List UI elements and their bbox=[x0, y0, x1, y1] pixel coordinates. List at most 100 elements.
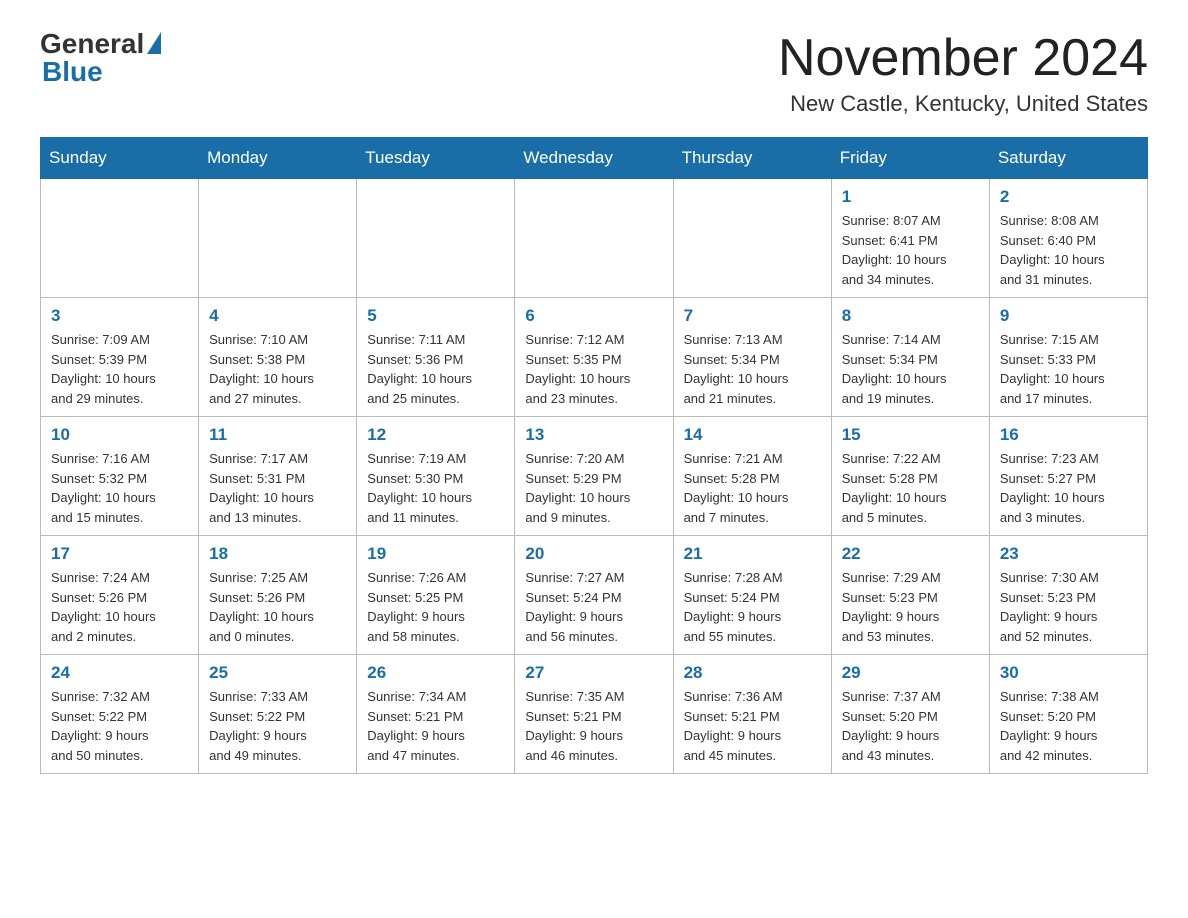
day-info: Sunrise: 8:07 AMSunset: 6:41 PMDaylight:… bbox=[842, 211, 979, 289]
day-number: 21 bbox=[684, 544, 821, 564]
calendar-cell: 3 Sunrise: 7:09 AMSunset: 5:39 PMDaylight… bbox=[41, 298, 199, 417]
location-label: New Castle, Kentucky, United States bbox=[778, 91, 1148, 117]
calendar-cell: 20 Sunrise: 7:27 AMSunset: 5:24 PMDayligh… bbox=[515, 536, 673, 655]
day-info: Sunrise: 7:25 AMSunset: 5:26 PMDaylight:… bbox=[209, 568, 346, 646]
calendar-cell: 18 Sunrise: 7:25 AMSunset: 5:26 PMDayligh… bbox=[199, 536, 357, 655]
calendar-cell: 4 Sunrise: 7:10 AMSunset: 5:38 PMDaylight… bbox=[199, 298, 357, 417]
day-info: Sunrise: 7:29 AMSunset: 5:23 PMDaylight:… bbox=[842, 568, 979, 646]
day-info: Sunrise: 7:12 AMSunset: 5:35 PMDaylight:… bbox=[525, 330, 662, 408]
calendar-header-row: SundayMondayTuesdayWednesdayThursdayFrid… bbox=[41, 138, 1148, 179]
calendar-cell: 7Sunrise: 7:13 AMSunset: 5:34 PMDaylight… bbox=[673, 298, 831, 417]
day-number: 1 bbox=[842, 187, 979, 207]
calendar-cell: 1 Sunrise: 8:07 AMSunset: 6:41 PMDaylight… bbox=[831, 179, 989, 298]
calendar-cell: 10 Sunrise: 7:16 AMSunset: 5:32 PMDayligh… bbox=[41, 417, 199, 536]
day-number: 6 bbox=[525, 306, 662, 326]
day-info: Sunrise: 7:22 AMSunset: 5:28 PMDaylight:… bbox=[842, 449, 979, 527]
title-block: November 2024 New Castle, Kentucky, Unit… bbox=[778, 30, 1148, 117]
day-number: 25 bbox=[209, 663, 346, 683]
calendar-cell: 22 Sunrise: 7:29 AMSunset: 5:23 PMDayligh… bbox=[831, 536, 989, 655]
day-number: 30 bbox=[1000, 663, 1137, 683]
day-info: Sunrise: 7:26 AMSunset: 5:25 PMDaylight:… bbox=[367, 568, 504, 646]
day-info: Sunrise: 7:24 AMSunset: 5:26 PMDaylight:… bbox=[51, 568, 188, 646]
calendar-week-row: 3 Sunrise: 7:09 AMSunset: 5:39 PMDaylight… bbox=[41, 298, 1148, 417]
calendar-cell: 26 Sunrise: 7:34 AMSunset: 5:21 PMDayligh… bbox=[357, 655, 515, 774]
day-number: 9 bbox=[1000, 306, 1137, 326]
day-info: Sunrise: 7:33 AMSunset: 5:22 PMDaylight:… bbox=[209, 687, 346, 765]
calendar-cell: 29 Sunrise: 7:37 AMSunset: 5:20 PMDayligh… bbox=[831, 655, 989, 774]
month-title: November 2024 bbox=[778, 30, 1148, 87]
day-number: 18 bbox=[209, 544, 346, 564]
column-header-tuesday: Tuesday bbox=[357, 138, 515, 179]
day-number: 16 bbox=[1000, 425, 1137, 445]
day-number: 20 bbox=[525, 544, 662, 564]
calendar-cell: 24 Sunrise: 7:32 AMSunset: 5:22 PMDayligh… bbox=[41, 655, 199, 774]
column-header-saturday: Saturday bbox=[989, 138, 1147, 179]
calendar-cell bbox=[41, 179, 199, 298]
calendar-cell: 8Sunrise: 7:14 AMSunset: 5:34 PMDaylight… bbox=[831, 298, 989, 417]
day-number: 14 bbox=[684, 425, 821, 445]
day-info: Sunrise: 7:13 AMSunset: 5:34 PMDaylight:… bbox=[684, 330, 821, 408]
day-number: 11 bbox=[209, 425, 346, 445]
calendar-week-row: 24 Sunrise: 7:32 AMSunset: 5:22 PMDayligh… bbox=[41, 655, 1148, 774]
day-number: 22 bbox=[842, 544, 979, 564]
day-info: Sunrise: 7:20 AMSunset: 5:29 PMDaylight:… bbox=[525, 449, 662, 527]
day-number: 4 bbox=[209, 306, 346, 326]
day-number: 13 bbox=[525, 425, 662, 445]
calendar-table: SundayMondayTuesdayWednesdayThursdayFrid… bbox=[40, 137, 1148, 774]
day-number: 29 bbox=[842, 663, 979, 683]
day-number: 12 bbox=[367, 425, 504, 445]
column-header-sunday: Sunday bbox=[41, 138, 199, 179]
day-info: Sunrise: 7:15 AMSunset: 5:33 PMDaylight:… bbox=[1000, 330, 1137, 408]
calendar-week-row: 10 Sunrise: 7:16 AMSunset: 5:32 PMDayligh… bbox=[41, 417, 1148, 536]
calendar-cell bbox=[199, 179, 357, 298]
logo: General Blue bbox=[40, 30, 161, 86]
calendar-cell: 6 Sunrise: 7:12 AMSunset: 5:35 PMDaylight… bbox=[515, 298, 673, 417]
day-number: 28 bbox=[684, 663, 821, 683]
day-info: Sunrise: 7:30 AMSunset: 5:23 PMDaylight:… bbox=[1000, 568, 1137, 646]
calendar-cell: 16Sunrise: 7:23 AMSunset: 5:27 PMDayligh… bbox=[989, 417, 1147, 536]
day-info: Sunrise: 7:36 AMSunset: 5:21 PMDaylight:… bbox=[684, 687, 821, 765]
calendar-week-row: 17Sunrise: 7:24 AMSunset: 5:26 PMDayligh… bbox=[41, 536, 1148, 655]
day-info: Sunrise: 7:14 AMSunset: 5:34 PMDaylight:… bbox=[842, 330, 979, 408]
day-number: 2 bbox=[1000, 187, 1137, 207]
page-header: General Blue November 2024 New Castle, K… bbox=[40, 30, 1148, 117]
day-info: Sunrise: 7:17 AMSunset: 5:31 PMDaylight:… bbox=[209, 449, 346, 527]
column-header-wednesday: Wednesday bbox=[515, 138, 673, 179]
day-info: Sunrise: 7:10 AMSunset: 5:38 PMDaylight:… bbox=[209, 330, 346, 408]
day-number: 5 bbox=[367, 306, 504, 326]
day-info: Sunrise: 7:28 AMSunset: 5:24 PMDaylight:… bbox=[684, 568, 821, 646]
calendar-week-row: 1 Sunrise: 8:07 AMSunset: 6:41 PMDaylight… bbox=[41, 179, 1148, 298]
day-number: 19 bbox=[367, 544, 504, 564]
day-number: 10 bbox=[51, 425, 188, 445]
day-number: 3 bbox=[51, 306, 188, 326]
day-info: Sunrise: 7:19 AMSunset: 5:30 PMDaylight:… bbox=[367, 449, 504, 527]
calendar-cell: 23Sunrise: 7:30 AMSunset: 5:23 PMDayligh… bbox=[989, 536, 1147, 655]
calendar-cell: 25 Sunrise: 7:33 AMSunset: 5:22 PMDayligh… bbox=[199, 655, 357, 774]
calendar-cell: 12 Sunrise: 7:19 AMSunset: 5:30 PMDayligh… bbox=[357, 417, 515, 536]
calendar-cell: 13 Sunrise: 7:20 AMSunset: 5:29 PMDayligh… bbox=[515, 417, 673, 536]
calendar-cell: 17Sunrise: 7:24 AMSunset: 5:26 PMDayligh… bbox=[41, 536, 199, 655]
day-number: 26 bbox=[367, 663, 504, 683]
logo-triangle-icon bbox=[147, 32, 161, 54]
calendar-cell: 21 Sunrise: 7:28 AMSunset: 5:24 PMDayligh… bbox=[673, 536, 831, 655]
calendar-cell: 15Sunrise: 7:22 AMSunset: 5:28 PMDayligh… bbox=[831, 417, 989, 536]
day-info: Sunrise: 8:08 AMSunset: 6:40 PMDaylight:… bbox=[1000, 211, 1137, 289]
calendar-cell: 11 Sunrise: 7:17 AMSunset: 5:31 PMDayligh… bbox=[199, 417, 357, 536]
calendar-cell: 5 Sunrise: 7:11 AMSunset: 5:36 PMDaylight… bbox=[357, 298, 515, 417]
column-header-monday: Monday bbox=[199, 138, 357, 179]
calendar-cell: 28 Sunrise: 7:36 AMSunset: 5:21 PMDayligh… bbox=[673, 655, 831, 774]
day-info: Sunrise: 7:32 AMSunset: 5:22 PMDaylight:… bbox=[51, 687, 188, 765]
calendar-cell: 2 Sunrise: 8:08 AMSunset: 6:40 PMDaylight… bbox=[989, 179, 1147, 298]
logo-general-text: General bbox=[40, 30, 144, 58]
day-info: Sunrise: 7:34 AMSunset: 5:21 PMDaylight:… bbox=[367, 687, 504, 765]
day-info: Sunrise: 7:11 AMSunset: 5:36 PMDaylight:… bbox=[367, 330, 504, 408]
day-info: Sunrise: 7:27 AMSunset: 5:24 PMDaylight:… bbox=[525, 568, 662, 646]
column-header-friday: Friday bbox=[831, 138, 989, 179]
day-info: Sunrise: 7:37 AMSunset: 5:20 PMDaylight:… bbox=[842, 687, 979, 765]
day-info: Sunrise: 7:09 AMSunset: 5:39 PMDaylight:… bbox=[51, 330, 188, 408]
day-number: 24 bbox=[51, 663, 188, 683]
day-info: Sunrise: 7:21 AMSunset: 5:28 PMDaylight:… bbox=[684, 449, 821, 527]
column-header-thursday: Thursday bbox=[673, 138, 831, 179]
day-number: 27 bbox=[525, 663, 662, 683]
day-info: Sunrise: 7:16 AMSunset: 5:32 PMDaylight:… bbox=[51, 449, 188, 527]
